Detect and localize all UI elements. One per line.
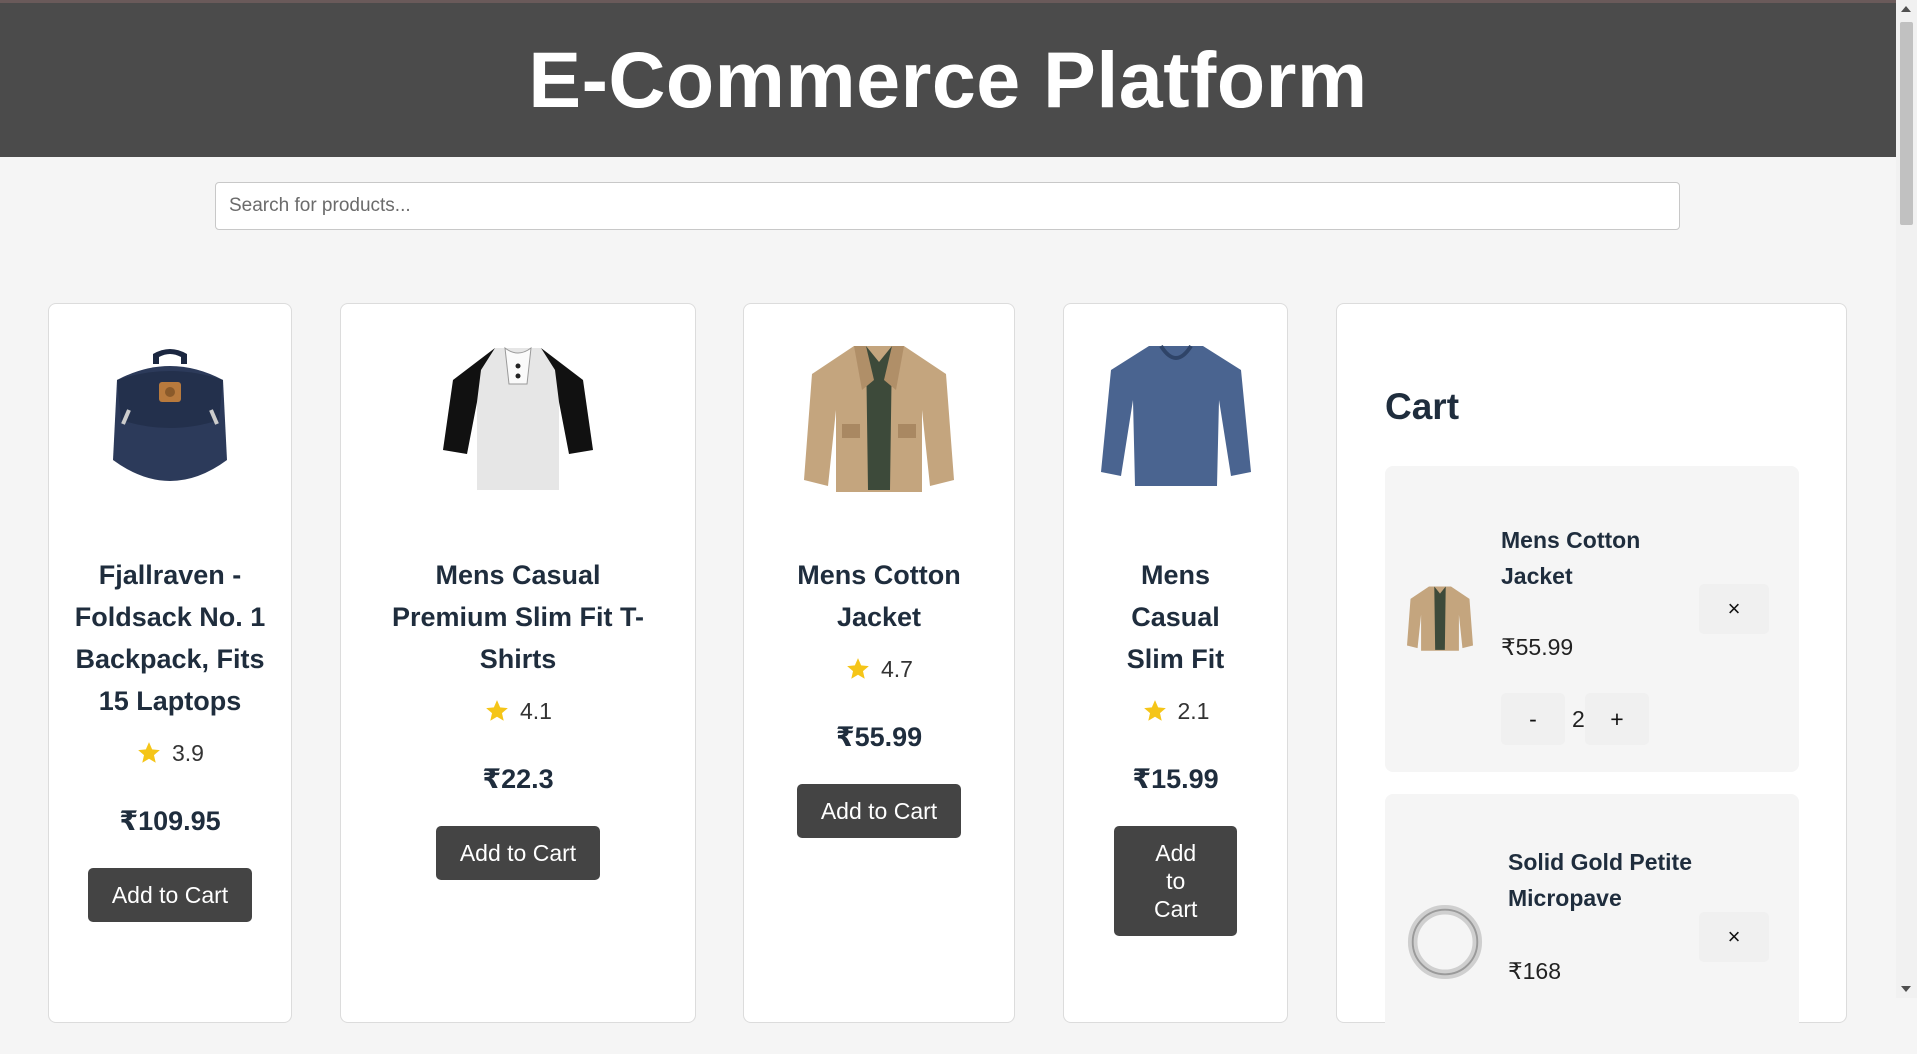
star-icon: [486, 700, 508, 721]
backpack-icon: [113, 349, 227, 481]
product-price: ₹55.99: [835, 722, 923, 752]
tshirt-icon: [443, 346, 593, 490]
product-rating: 4.7: [772, 648, 986, 690]
product-card: Mens Casual Slim Fit 2.1 ₹15.99 Add to C…: [1063, 303, 1288, 1023]
cart-title: Cart: [1385, 386, 1460, 427]
rating-value: 3.9: [172, 740, 204, 766]
add-to-cart-button[interactable]: Add to Cart: [1114, 826, 1238, 936]
product-name: Mens Cotton Jacket: [797, 560, 961, 632]
product-price: ₹22.3: [482, 764, 554, 794]
cart-item-price: ₹55.99: [1501, 634, 1574, 660]
add-to-cart-button[interactable]: Add to Cart: [87, 868, 253, 922]
cart-item-name: Mens Cotton Jacket: [1501, 527, 1641, 589]
cart-panel: Cart Mens Cotton Jacket ₹55.99 × - 2 + S…: [1336, 303, 1847, 1054]
product-rating: 4.1: [379, 690, 657, 732]
site-header: E-Commerce Platform: [0, 0, 1896, 157]
rating-value: 4.7: [881, 656, 913, 682]
cart-item: Solid Gold Petite Micropave ₹168 ×: [1385, 794, 1799, 1054]
add-to-cart-button[interactable]: Add to Cart: [435, 826, 601, 880]
longsleeve-icon: [1100, 344, 1251, 486]
product-price: ₹109.95: [119, 806, 221, 836]
rating-value: 2.1: [1177, 698, 1210, 724]
cart-item-name: Solid Gold Petite Micropave: [1508, 849, 1693, 911]
cart-item: Mens Cotton Jacket ₹55.99 × - 2 +: [1385, 466, 1799, 772]
remove-item-button[interactable]: ×: [1699, 584, 1769, 634]
remove-item-button[interactable]: ×: [1699, 912, 1769, 962]
vertical-scrollbar[interactable]: [1896, 0, 1917, 998]
product-name: Fjallraven - Foldsack No. 1 Backpack, Fi…: [74, 560, 266, 716]
cart-item-price: ₹168: [1508, 958, 1562, 984]
increase-quantity-button[interactable]: +: [1585, 693, 1649, 745]
scroll-down-icon[interactable]: [1901, 986, 1911, 992]
jacket-icon: [1407, 586, 1473, 651]
search-input[interactable]: [215, 182, 1680, 230]
product-rating: 3.9: [63, 732, 277, 774]
page-title: E-Commerce Platform: [528, 35, 1368, 124]
ring-icon: [1407, 904, 1483, 980]
jacket-icon: [804, 346, 954, 492]
product-card: Mens Cotton Jacket 4.7 ₹55.99 Add to Car…: [743, 303, 1015, 1023]
product-rating: 2.1: [1114, 690, 1237, 732]
star-icon: [1143, 700, 1166, 721]
star-icon: [847, 658, 869, 679]
product-card: Fjallraven - Foldsack No. 1 Backpack, Fi…: [48, 303, 292, 1023]
product-name: Mens Casual Slim Fit: [1126, 560, 1225, 674]
scroll-up-icon[interactable]: [1901, 6, 1911, 12]
add-to-cart-button[interactable]: Add to Cart: [796, 784, 962, 838]
product-name: Mens Casual Premium Slim Fit T-Shirts: [391, 560, 645, 674]
product-price: ₹15.99: [1132, 764, 1219, 794]
scroll-thumb[interactable]: [1900, 22, 1913, 225]
quantity-value: 2: [1572, 706, 1585, 732]
decrease-quantity-button[interactable]: -: [1501, 693, 1565, 745]
rating-value: 4.1: [520, 698, 552, 724]
product-card: Mens Casual Premium Slim Fit T-Shirts 4.…: [340, 303, 696, 1023]
star-icon: [138, 742, 160, 763]
